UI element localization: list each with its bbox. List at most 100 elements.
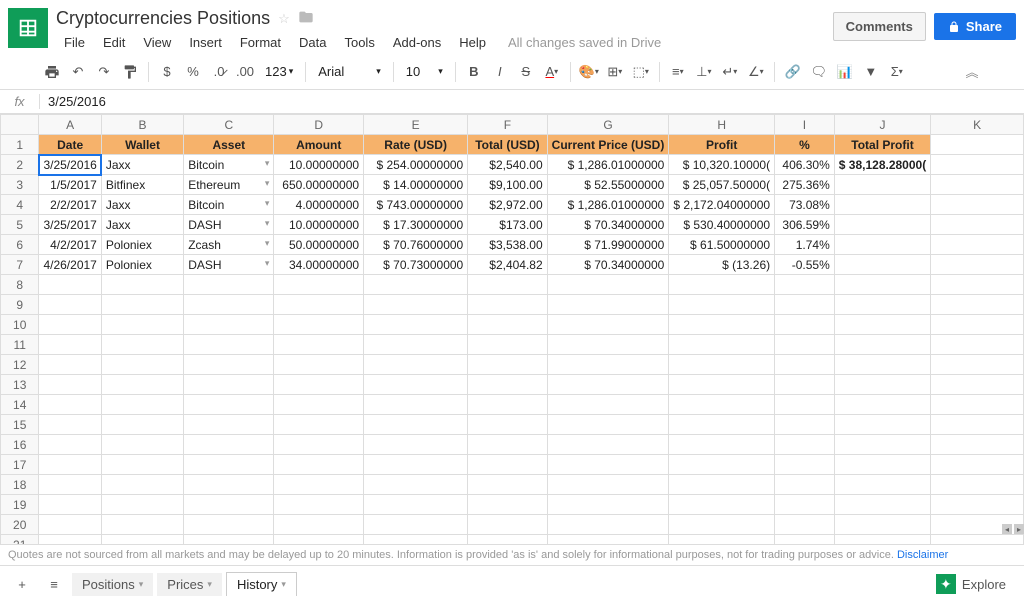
cell-asset[interactable]: Bitcoin▾ xyxy=(184,195,274,215)
cell[interactable] xyxy=(669,355,775,375)
row-header-12[interactable]: 12 xyxy=(1,355,39,375)
row-header-9[interactable]: 9 xyxy=(1,295,39,315)
cell[interactable] xyxy=(274,495,364,515)
cell[interactable] xyxy=(101,535,183,545)
share-button[interactable]: Share xyxy=(934,13,1016,40)
cell[interactable] xyxy=(547,295,669,315)
cell[interactable] xyxy=(39,275,101,295)
cell[interactable] xyxy=(101,435,183,455)
cell[interactable] xyxy=(364,435,468,455)
cell-profit[interactable]: $ 10,320.10000( xyxy=(669,155,775,175)
sheets-logo[interactable] xyxy=(8,8,48,48)
decrease-decimal-icon[interactable]: .0̷ xyxy=(207,60,231,84)
cell[interactable] xyxy=(364,355,468,375)
row-header-7[interactable]: 7 xyxy=(1,255,39,275)
comment-icon[interactable]: 🗨 xyxy=(807,60,831,84)
wrap-icon[interactable]: ↵ ▾ xyxy=(718,60,742,84)
cell[interactable] xyxy=(39,515,101,535)
cell[interactable] xyxy=(101,495,183,515)
cell-asset[interactable]: Bitcoin▾ xyxy=(184,155,274,175)
cell-wallet[interactable]: Jaxx xyxy=(101,215,183,235)
document-title[interactable]: Cryptocurrencies Positions xyxy=(56,8,270,29)
header-cell[interactable]: % xyxy=(775,135,835,155)
cell[interactable] xyxy=(669,495,775,515)
cell[interactable] xyxy=(775,295,835,315)
cell-pct[interactable]: 73.08% xyxy=(775,195,835,215)
cell-wallet[interactable]: Jaxx xyxy=(101,155,183,175)
cell-rate[interactable]: $ 70.73000000 xyxy=(364,255,468,275)
cell-rate[interactable]: $ 17.30000000 xyxy=(364,215,468,235)
cell-date[interactable]: 3/25/2016 xyxy=(39,155,101,175)
more-formats[interactable]: 123 ▾ xyxy=(259,64,299,79)
cell-total[interactable]: $2,404.82 xyxy=(468,255,547,275)
cell[interactable] xyxy=(931,275,1024,295)
col-header-H[interactable]: H xyxy=(669,115,775,135)
cell[interactable] xyxy=(39,475,101,495)
header-cell[interactable]: Current Price (USD) xyxy=(547,135,669,155)
cell[interactable] xyxy=(669,455,775,475)
cell[interactable] xyxy=(931,135,1024,155)
cell[interactable] xyxy=(364,335,468,355)
sheet-grid[interactable]: ABCDEFGHIJK1DateWalletAssetAmountRate (U… xyxy=(0,114,1024,544)
cell-total[interactable]: $173.00 xyxy=(468,215,547,235)
strike-icon[interactable]: S xyxy=(514,60,538,84)
cell[interactable] xyxy=(775,275,835,295)
cell[interactable] xyxy=(101,475,183,495)
cell-total[interactable]: $2,540.00 xyxy=(468,155,547,175)
cell-wallet[interactable]: Poloniex xyxy=(101,255,183,275)
cell-profit[interactable]: $ 61.50000000 xyxy=(669,235,775,255)
header-cell[interactable]: Total (USD) xyxy=(468,135,547,155)
menu-format[interactable]: Format xyxy=(232,31,289,54)
cell[interactable] xyxy=(669,415,775,435)
cell-date[interactable]: 3/25/2017 xyxy=(39,215,101,235)
cell[interactable] xyxy=(274,535,364,545)
star-icon[interactable]: ☆ xyxy=(278,11,290,27)
cell-amount[interactable]: 4.00000000 xyxy=(274,195,364,215)
cell[interactable] xyxy=(274,375,364,395)
cell[interactable] xyxy=(468,435,547,455)
cell[interactable] xyxy=(184,295,274,315)
cell-total[interactable]: $2,972.00 xyxy=(468,195,547,215)
cell[interactable] xyxy=(101,415,183,435)
cell[interactable] xyxy=(39,435,101,455)
cell[interactable] xyxy=(931,375,1024,395)
cell[interactable] xyxy=(834,435,930,455)
cell[interactable] xyxy=(547,315,669,335)
cell[interactable] xyxy=(834,415,930,435)
row-header-5[interactable]: 5 xyxy=(1,215,39,235)
rotate-icon[interactable]: ∠ ▾ xyxy=(744,60,768,84)
bold-icon[interactable]: B xyxy=(462,60,486,84)
cell[interactable] xyxy=(547,355,669,375)
cell[interactable] xyxy=(39,395,101,415)
col-header-C[interactable]: C xyxy=(184,115,274,135)
cell[interactable] xyxy=(775,435,835,455)
col-header-G[interactable]: G xyxy=(547,115,669,135)
folder-icon[interactable] xyxy=(298,9,314,28)
cell[interactable] xyxy=(547,515,669,535)
cell-cprice[interactable]: $ 71.99000000 xyxy=(547,235,669,255)
row-header-1[interactable]: 1 xyxy=(1,135,39,155)
cell[interactable] xyxy=(184,475,274,495)
undo-icon[interactable]: ↶ xyxy=(66,60,90,84)
cell-tprofit[interactable] xyxy=(834,255,930,275)
cell[interactable] xyxy=(931,155,1024,175)
cell[interactable] xyxy=(669,295,775,315)
menu-help[interactable]: Help xyxy=(451,31,494,54)
comments-button[interactable]: Comments xyxy=(833,12,926,41)
cell-amount[interactable]: 34.00000000 xyxy=(274,255,364,275)
chart-icon[interactable]: 📊 xyxy=(833,60,857,84)
menu-file[interactable]: File xyxy=(56,31,93,54)
cell[interactable] xyxy=(931,435,1024,455)
cell[interactable] xyxy=(468,415,547,435)
cell[interactable] xyxy=(39,415,101,435)
cell[interactable] xyxy=(364,495,468,515)
menu-view[interactable]: View xyxy=(135,31,179,54)
cell[interactable] xyxy=(274,275,364,295)
cell[interactable] xyxy=(834,455,930,475)
cell[interactable] xyxy=(184,535,274,545)
link-icon[interactable]: 🔗 xyxy=(781,60,805,84)
cell[interactable] xyxy=(669,435,775,455)
cell-cprice[interactable]: $ 52.55000000 xyxy=(547,175,669,195)
cell-pct[interactable]: 1.74% xyxy=(775,235,835,255)
cell[interactable] xyxy=(669,275,775,295)
